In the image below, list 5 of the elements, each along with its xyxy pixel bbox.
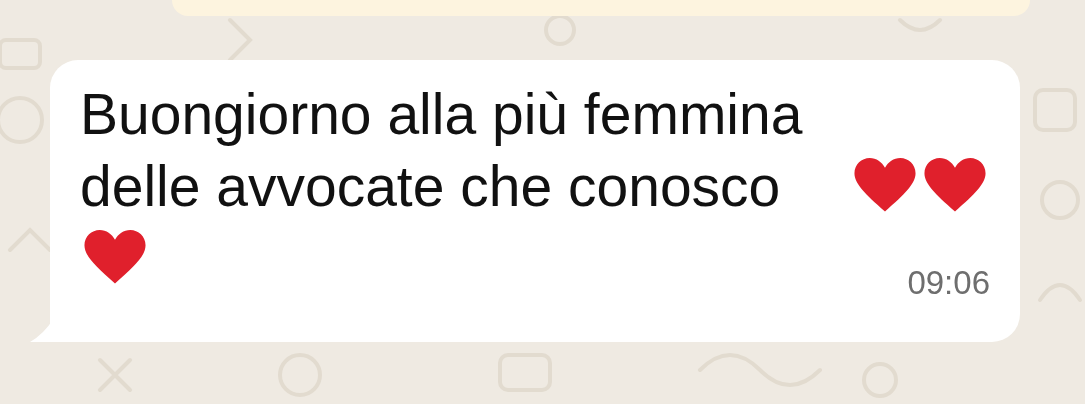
message-time: 09:06 [907, 264, 990, 302]
heart-icon [84, 230, 146, 286]
heart-icon [854, 158, 916, 214]
heart-icon [924, 158, 986, 214]
message-text: Buongiorno alla più femmina delle avvocate che conosco [80, 81, 804, 220]
